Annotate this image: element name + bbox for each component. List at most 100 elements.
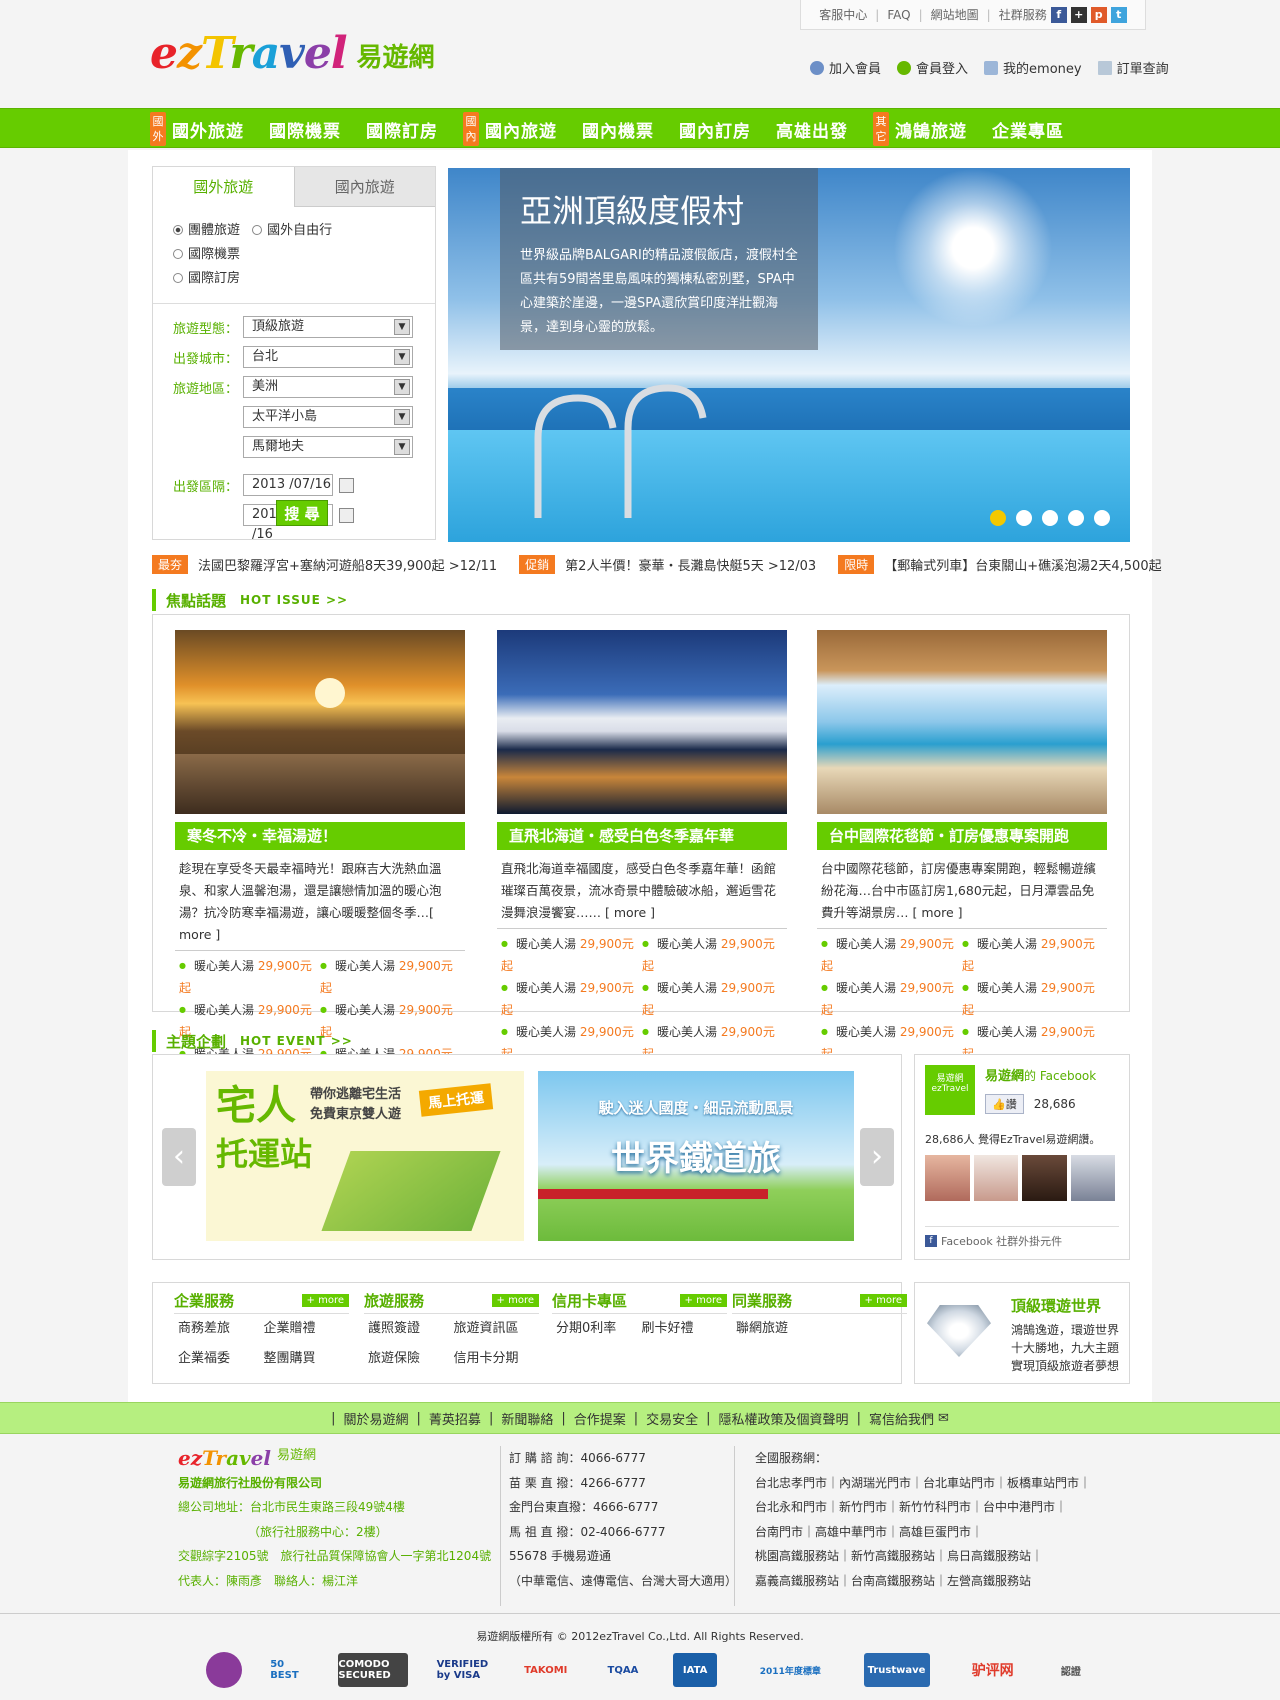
service-more-link[interactable]: + more	[859, 1294, 907, 1307]
fanpage-name[interactable]: 易遊網	[985, 1069, 1024, 1084]
hot-spring-image[interactable]	[175, 630, 465, 814]
order-query-link[interactable]: 訂單查詢	[1097, 58, 1169, 77]
calendar-icon[interactable]	[339, 477, 354, 493]
radio-intl-flight[interactable]: 國際機票	[173, 247, 240, 262]
nav-intl-flight[interactable]: 國際機票	[269, 117, 341, 142]
service-link[interactable]: 聯網旅遊	[736, 1314, 822, 1344]
store-row[interactable]: 桃園高鐵服務站｜新竹高鐵服務站｜烏日高鐵服務站｜	[755, 1544, 1091, 1569]
banner-dot-3[interactable]	[1042, 510, 1058, 526]
fanpage-logo[interactable]: 易遊網 ezTravel	[925, 1065, 975, 1115]
twitter-icon[interactable]: t	[1110, 6, 1127, 23]
nav-kaohsiung[interactable]: 高雄出發	[776, 117, 848, 142]
tab-abroad[interactable]: 國外旅遊	[153, 167, 294, 207]
badge-ecommerce[interactable]: 2011年度標章	[745, 1653, 835, 1687]
service-link[interactable]: 旅遊保險	[368, 1344, 454, 1374]
hot-event-more-link[interactable]: HOT EVENT >>	[240, 1034, 353, 1048]
hot-issue-more-link[interactable]: HOT ISSUE >>	[240, 593, 348, 607]
world-tour-promo[interactable]: 頂級環遊世界 鴻鵠逸遊，環遊世界十大勝地，九大主題實現頂級旅遊者夢想	[914, 1282, 1130, 1384]
event-banner-railway[interactable]: 駛入迷人國度・細品流動風景 世界鐵道旅	[538, 1071, 854, 1241]
badge-takomi[interactable]: TAKOMI	[519, 1653, 573, 1687]
list-item[interactable]: 暖心美人湯 29,900元起	[642, 933, 783, 977]
carousel-prev-button[interactable]: ‹	[162, 1128, 196, 1186]
badge-iata[interactable]: IATA	[673, 1653, 718, 1687]
plus-icon[interactable]: +	[1070, 6, 1087, 23]
badge-trustwave[interactable]: Trustwave	[863, 1653, 930, 1687]
store-row[interactable]: 台北忠孝門市｜內湖瑞光門市｜台北車站門市｜板橋車站門市｜	[755, 1471, 1091, 1496]
list-item[interactable]: 暖心美人湯 29,900元起	[501, 977, 642, 1021]
service-more-link[interactable]: + more	[301, 1294, 349, 1307]
select-region-2[interactable]: 太平洋小島 ▼	[243, 406, 413, 428]
footer-link[interactable]: 合作提案	[574, 1409, 626, 1428]
badge-tqaa[interactable]: TQAA	[601, 1653, 645, 1687]
customer-service-link[interactable]: 客服中心	[819, 6, 867, 23]
mail-icon[interactable]: ✉	[938, 1411, 949, 1426]
tab-domestic[interactable]: 國內旅遊	[293, 167, 435, 207]
event-banner-courier[interactable]: 宅人 托運站 帶你逃離宅生活 免費東京雙人遊 馬上托運	[206, 1071, 524, 1241]
ticker-item[interactable]: 限時 【郵輪式列車】台東關山+礁溪泡湯2天4,500起	[838, 554, 1162, 574]
banner-dot-5[interactable]	[1094, 510, 1110, 526]
search-button[interactable]: 搜 尋	[276, 500, 328, 526]
hero-banner[interactable]: 亞洲頂級度假村 世界級品牌BALGARI的精品渡假飯店，渡假村全區共有59間峇里…	[448, 168, 1130, 542]
list-item[interactable]: 暖心美人湯 29,900元起	[821, 977, 962, 1021]
nav-abroad-tour[interactable]: 國外旅遊	[172, 117, 244, 142]
badge-lvping[interactable]: 驴评网	[958, 1653, 1028, 1687]
avatar[interactable]	[1022, 1155, 1067, 1201]
badge-cert[interactable]: 認證	[1056, 1653, 1086, 1687]
banner-dot-1[interactable]	[990, 510, 1006, 526]
service-link[interactable]: 商務差旅	[178, 1314, 264, 1344]
facebook-icon[interactable]: f	[1050, 6, 1067, 23]
service-link[interactable]: 分期0利率	[556, 1314, 642, 1344]
badge-logo-icon[interactable]	[206, 1652, 242, 1688]
service-link[interactable]: 企業贈禮	[264, 1314, 350, 1344]
banner-dot-2[interactable]	[1016, 510, 1032, 526]
badge-50best[interactable]: 50 BEST	[270, 1653, 310, 1687]
nav-domestic-flight[interactable]: 國內機票	[582, 117, 654, 142]
radio-group-tour[interactable]: 團體旅遊	[173, 223, 240, 238]
issue-title[interactable]: 直飛北海道・感受白色冬季嘉年華	[497, 822, 787, 850]
footer-link[interactable]: 寫信給我們	[869, 1409, 934, 1428]
badge-verified-visa[interactable]: VERIFIED by VISA	[437, 1653, 491, 1687]
ticker-item[interactable]: 最夯 法國巴黎羅浮宮+塞納河遊船8天39,900起 >12/11	[152, 554, 497, 574]
date-from-input[interactable]: 2013 /07/16	[243, 474, 333, 496]
avatar[interactable]	[1070, 1155, 1115, 1201]
list-item[interactable]: 暖心美人湯 29,900元起	[821, 933, 962, 977]
issue-title[interactable]: 台中國際花毯節・訂房優惠專案開跑	[817, 822, 1107, 850]
list-item[interactable]: 暖心美人湯 29,900元起	[320, 955, 461, 999]
issue-title[interactable]: 寒冬不冷・幸福湯遊！	[175, 822, 465, 850]
service-link[interactable]: 護照簽證	[368, 1314, 454, 1344]
service-link[interactable]: 企業福委	[178, 1344, 264, 1374]
site-logo[interactable]: ezTravel 易遊網	[150, 30, 435, 78]
emoney-link[interactable]: 我的emoney	[984, 58, 1082, 77]
store-row[interactable]: 嘉義高鐵服務站｜台南高鐵服務站｜左營高鐵服務站	[755, 1569, 1091, 1594]
service-more-link[interactable]: + more	[679, 1294, 727, 1307]
list-item[interactable]: 暖心美人湯 29,900元起	[501, 933, 642, 977]
nav-domestic-hotel[interactable]: 國內訂房	[679, 117, 751, 142]
join-member-link[interactable]: 加入會員	[810, 58, 881, 77]
social-service-link[interactable]: 社群服務	[999, 6, 1047, 23]
like-button[interactable]: 👍讚	[985, 1094, 1024, 1114]
faq-link[interactable]: FAQ	[887, 8, 910, 22]
select-region-3[interactable]: 馬爾地夫 ▼	[243, 436, 413, 458]
footer-link[interactable]: 菁英招募	[429, 1409, 481, 1428]
carousel-next-button[interactable]: ›	[860, 1128, 894, 1186]
nav-hongguo[interactable]: 鴻鵠旅遊	[895, 117, 967, 142]
resort-terrace-image[interactable]	[817, 630, 1107, 814]
service-link[interactable]: 整團購買	[264, 1344, 350, 1374]
select-depart-city[interactable]: 台北 ▼	[243, 346, 413, 368]
service-link[interactable]: 旅遊資訊區	[454, 1314, 540, 1344]
banner-dot-4[interactable]	[1068, 510, 1084, 526]
list-item[interactable]: 暖心美人湯 29,900元起	[179, 955, 320, 999]
store-row[interactable]: 台北永和門市｜新竹門市｜新竹竹科門市｜台中中港門市｜	[755, 1495, 1091, 1520]
radio-fit[interactable]: 國外自由行	[252, 223, 332, 238]
list-item[interactable]: 暖心美人湯 29,900元起	[962, 977, 1103, 1021]
service-link[interactable]: 信用卡分期	[454, 1344, 540, 1374]
footer-link[interactable]: 關於易遊網	[344, 1409, 409, 1428]
nav-enterprise[interactable]: 企業專區	[992, 117, 1064, 142]
footer-link[interactable]: 隱私權政策及個資聲明	[719, 1409, 849, 1428]
service-more-link[interactable]: + more	[491, 1294, 539, 1307]
footer-link[interactable]: 新聞聯絡	[501, 1409, 553, 1428]
footer-link[interactable]: 交易安全	[646, 1409, 698, 1428]
avatar[interactable]	[973, 1155, 1018, 1201]
plurk-icon[interactable]: p	[1090, 6, 1107, 23]
member-login-link[interactable]: 會員登入	[897, 58, 968, 77]
